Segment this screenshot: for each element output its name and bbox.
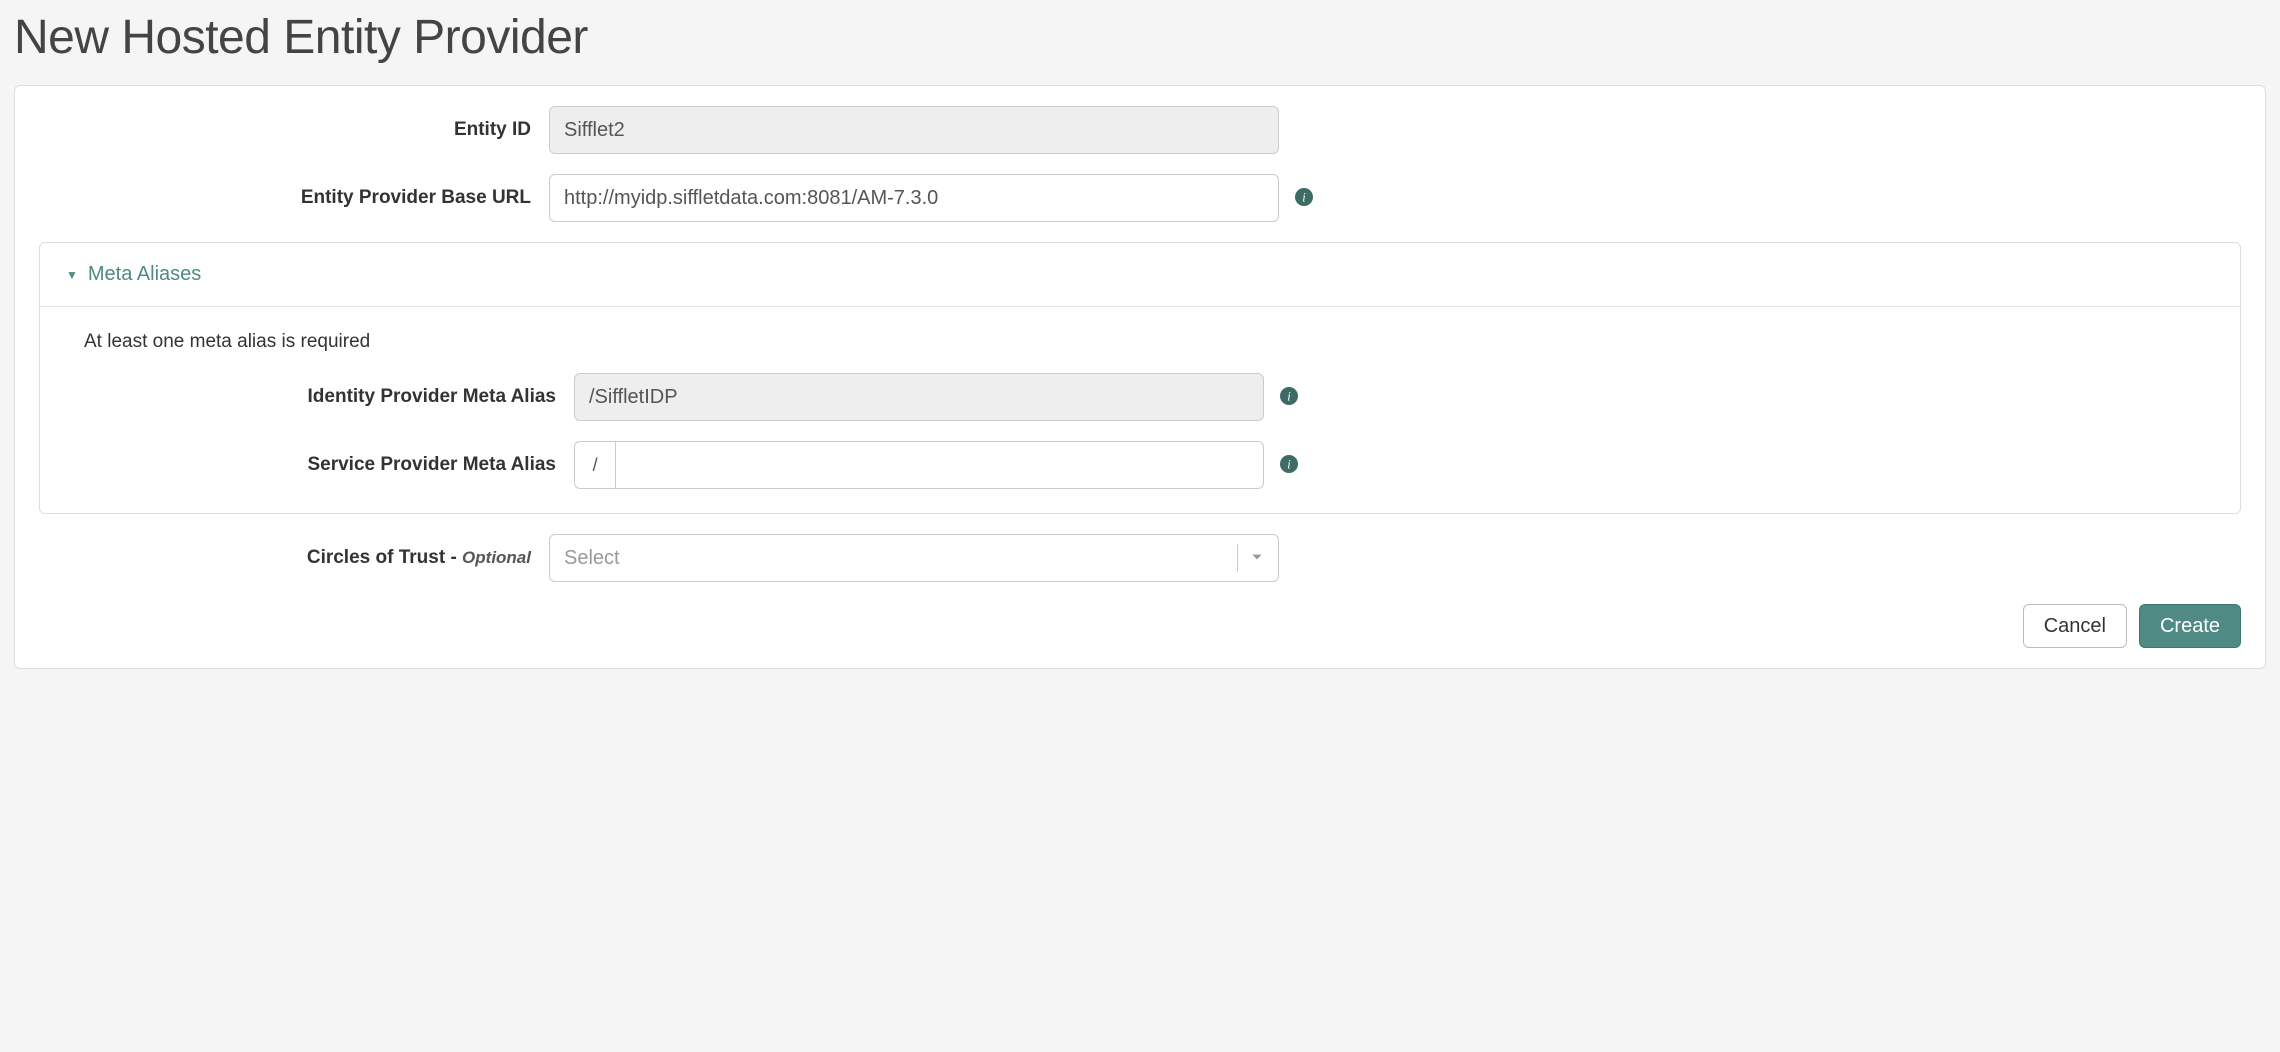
cancel-button[interactable]: Cancel xyxy=(2023,604,2127,648)
meta-aliases-panel: ▼ Meta Aliases At least one meta alias i… xyxy=(39,242,2241,514)
select-divider xyxy=(1237,544,1238,572)
form-panel: Entity ID Entity Provider Base URL i ▼ M… xyxy=(14,85,2266,669)
info-icon[interactable]: i xyxy=(1294,187,1314,207)
entity-id-input[interactable] xyxy=(549,106,1279,154)
cot-select[interactable]: Select xyxy=(549,534,1279,582)
button-row: Cancel Create xyxy=(39,604,2241,648)
sp-alias-row: Service Provider Meta Alias / i xyxy=(64,441,2216,489)
sp-alias-input[interactable] xyxy=(615,441,1264,489)
info-icon[interactable]: i xyxy=(1279,454,1299,474)
meta-aliases-toggle[interactable]: ▼ Meta Aliases xyxy=(40,243,2240,307)
cot-optional: Optional xyxy=(462,548,531,567)
sp-alias-label: Service Provider Meta Alias xyxy=(64,454,574,476)
caret-down-icon: ▼ xyxy=(66,268,78,282)
idp-alias-input[interactable] xyxy=(574,373,1264,421)
cot-label-text: Circles of Trust - xyxy=(307,547,457,568)
base-url-input[interactable] xyxy=(549,174,1279,222)
info-icon[interactable]: i xyxy=(1279,386,1299,406)
page-title: New Hosted Entity Provider xyxy=(14,10,2266,65)
cot-row: Circles of Trust - Optional Select xyxy=(39,534,2241,582)
meta-aliases-body: At least one meta alias is required Iden… xyxy=(40,307,2240,513)
entity-id-row: Entity ID xyxy=(39,106,2241,154)
cot-placeholder: Select xyxy=(564,547,620,570)
entity-id-label: Entity ID xyxy=(39,119,549,141)
svg-text:i: i xyxy=(1302,191,1306,205)
sp-alias-prefix: / xyxy=(574,441,615,489)
idp-alias-label: Identity Provider Meta Alias xyxy=(64,386,574,408)
meta-aliases-title: Meta Aliases xyxy=(88,263,201,286)
create-button[interactable]: Create xyxy=(2139,604,2241,648)
base-url-row: Entity Provider Base URL i xyxy=(39,174,2241,222)
chevron-down-icon xyxy=(1250,547,1264,570)
base-url-label: Entity Provider Base URL xyxy=(39,187,549,209)
svg-text:i: i xyxy=(1287,458,1291,472)
meta-alias-hint: At least one meta alias is required xyxy=(64,331,2216,353)
idp-alias-row: Identity Provider Meta Alias i xyxy=(64,373,2216,421)
svg-text:i: i xyxy=(1287,390,1291,404)
cot-label: Circles of Trust - Optional xyxy=(39,547,549,569)
